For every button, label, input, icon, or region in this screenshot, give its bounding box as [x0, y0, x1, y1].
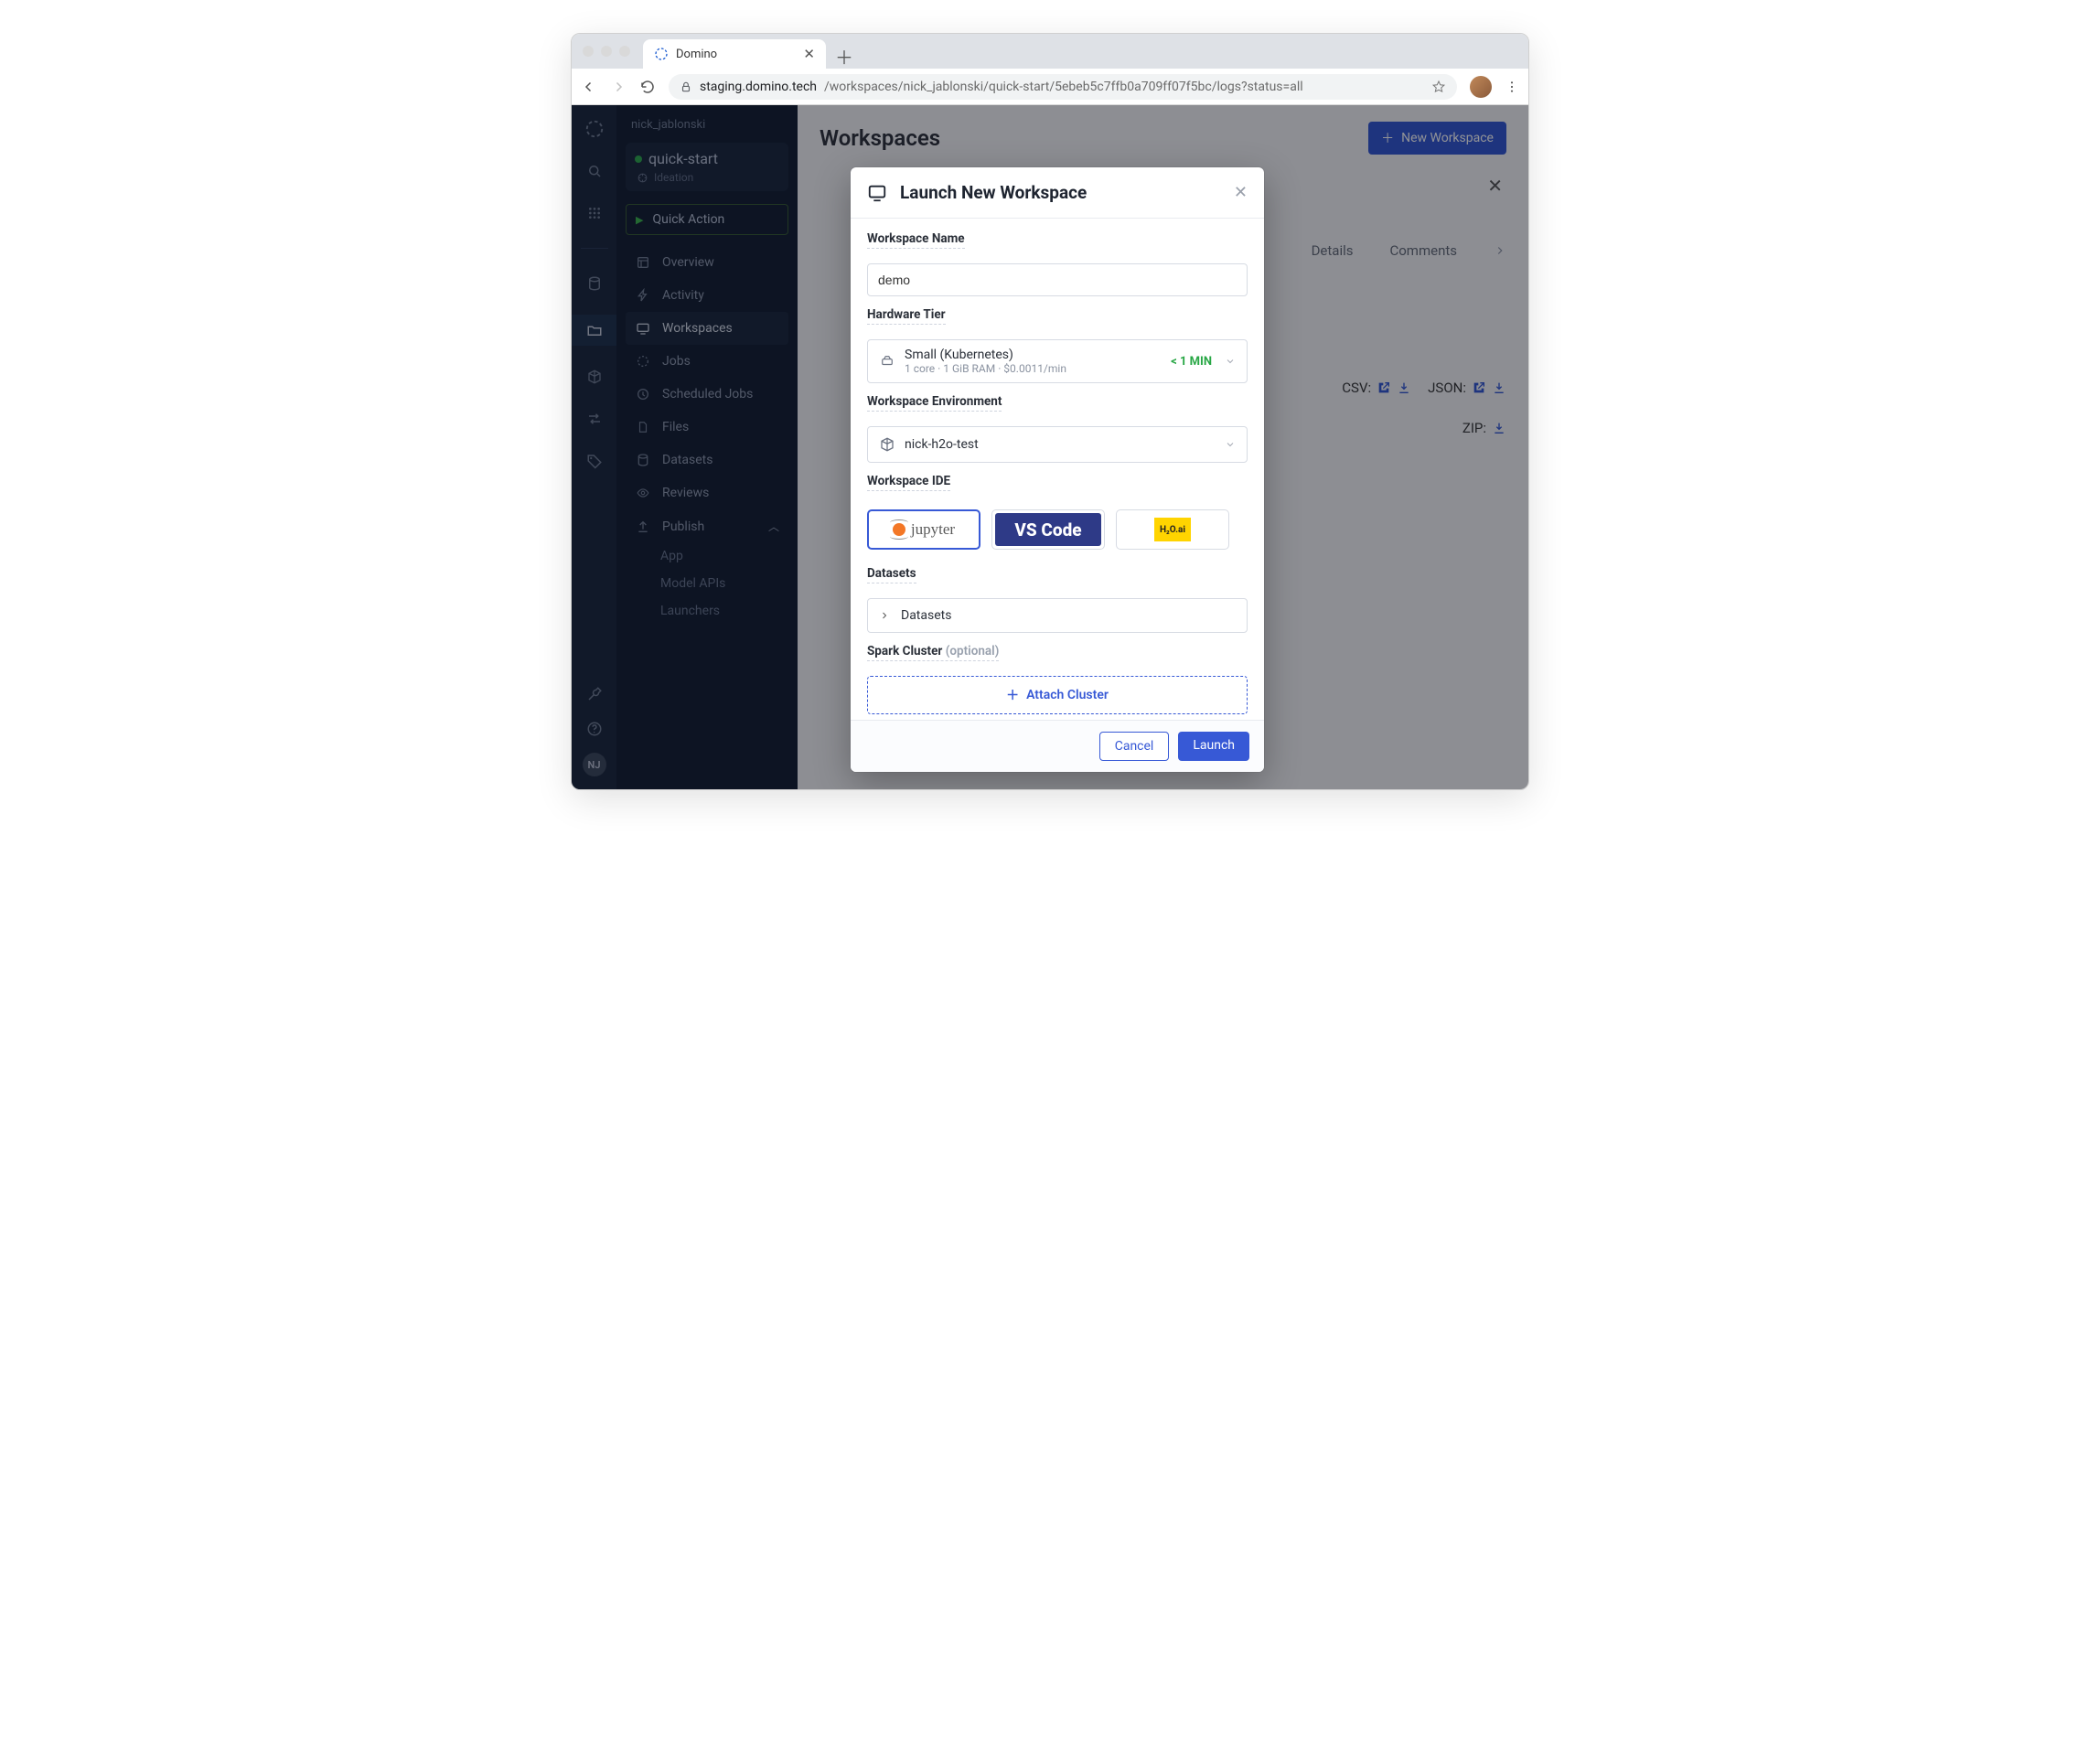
- hdd-icon: [879, 355, 895, 368]
- lock-icon: [680, 80, 692, 93]
- chevron-down-icon: [1225, 356, 1236, 367]
- browser-tab[interactable]: Domino ✕: [643, 39, 826, 69]
- cube-icon: [879, 436, 895, 453]
- browser-menu-icon[interactable]: [1505, 80, 1519, 94]
- browser-window: Domino ✕ ＋ staging.domino.tech/workspace…: [571, 33, 1529, 790]
- label-ide: Workspace IDE: [867, 474, 950, 491]
- cancel-button[interactable]: Cancel: [1099, 732, 1170, 761]
- nav-back-icon[interactable]: [581, 79, 597, 95]
- label-spark: Spark Cluster (optional): [867, 644, 999, 661]
- nav-forward-icon: [610, 79, 627, 95]
- omnibox[interactable]: staging.domino.tech/workspaces/nick_jabl…: [669, 74, 1457, 100]
- window-controls[interactable]: [583, 46, 630, 57]
- chevron-right-icon: [879, 610, 890, 621]
- app-root: NJ nick_jablonski quick-start Ideation ▶…: [572, 105, 1528, 789]
- attach-cluster-button[interactable]: ＋ Attach Cluster: [867, 676, 1248, 714]
- label-environment: Workspace Environment: [867, 394, 1002, 412]
- ide-option-h2o[interactable]: H₂O.ai: [1116, 509, 1229, 550]
- url-host: staging.domino.tech: [700, 80, 817, 94]
- hw-sub: 1 core · 1 GiB RAM · $0.0011/min: [905, 362, 1066, 375]
- star-icon[interactable]: [1431, 80, 1446, 94]
- datasets-row-label: Datasets: [901, 608, 951, 623]
- hw-eta: < 1 MIN: [1171, 355, 1212, 369]
- launch-label: Launch: [1193, 738, 1235, 753]
- plus-icon: ＋: [1006, 686, 1019, 704]
- nav-reload-icon[interactable]: [639, 79, 656, 95]
- modal-footer: Cancel Launch: [851, 720, 1264, 772]
- label-hardware-tier: Hardware Tier: [867, 307, 946, 325]
- cancel-label: Cancel: [1115, 739, 1154, 754]
- hw-title: Small (Kubernetes): [905, 348, 1066, 362]
- monitor-icon: [867, 183, 887, 203]
- profile-avatar[interactable]: [1470, 76, 1492, 98]
- attach-cluster-label: Attach Cluster: [1026, 688, 1109, 702]
- url-bar: staging.domino.tech/workspaces/nick_jabl…: [572, 69, 1528, 105]
- tab-close-icon[interactable]: ✕: [803, 46, 815, 62]
- environment-value: nick-h2o-test: [905, 437, 979, 452]
- label-datasets: Datasets: [867, 566, 916, 583]
- label-optional: (optional): [946, 644, 1000, 658]
- url-path: /workspaces/nick_jablonski/quick-start/5…: [824, 80, 1303, 94]
- hardware-tier-select[interactable]: Small (Kubernetes) 1 core · 1 GiB RAM · …: [867, 339, 1248, 383]
- mac-min-icon[interactable]: [601, 46, 612, 57]
- label-spark-text: Spark Cluster: [867, 644, 942, 658]
- domino-favicon-icon: [654, 47, 669, 61]
- datasets-expander[interactable]: Datasets: [867, 598, 1248, 633]
- modal-title: Launch New Workspace: [900, 182, 1087, 203]
- ide-option-jupyter[interactable]: jupyter: [867, 509, 980, 550]
- environment-select[interactable]: nick-h2o-test: [867, 426, 1248, 463]
- tab-strip: Domino ✕ ＋: [572, 34, 1528, 69]
- tab-title: Domino: [676, 48, 717, 61]
- label-workspace-name: Workspace Name: [867, 231, 965, 249]
- workspace-name-input[interactable]: [867, 263, 1248, 296]
- launch-button[interactable]: Launch: [1178, 732, 1249, 761]
- ide-option-vscode[interactable]: VS Code: [991, 509, 1105, 550]
- mac-close-icon[interactable]: [583, 46, 594, 57]
- modal-close-icon[interactable]: ✕: [1234, 183, 1248, 202]
- modal-body: Workspace Name Hardware Tier Small (Kube…: [851, 219, 1264, 720]
- new-tab-button[interactable]: ＋: [831, 43, 857, 69]
- launch-workspace-modal: Launch New Workspace ✕ Workspace Name Ha…: [851, 167, 1264, 772]
- ide-h2o-label: H₂O.ai: [1154, 518, 1191, 541]
- chevron-down-icon: [1225, 439, 1236, 450]
- mac-max-icon[interactable]: [619, 46, 630, 57]
- modal-header: Launch New Workspace ✕: [851, 167, 1264, 219]
- ide-vscode-label: VS Code: [995, 513, 1101, 546]
- ide-jupyter-label: jupyter: [911, 520, 955, 539]
- jupyter-icon: [893, 523, 905, 536]
- ide-options: jupyter VS Code H₂O.ai: [867, 509, 1248, 550]
